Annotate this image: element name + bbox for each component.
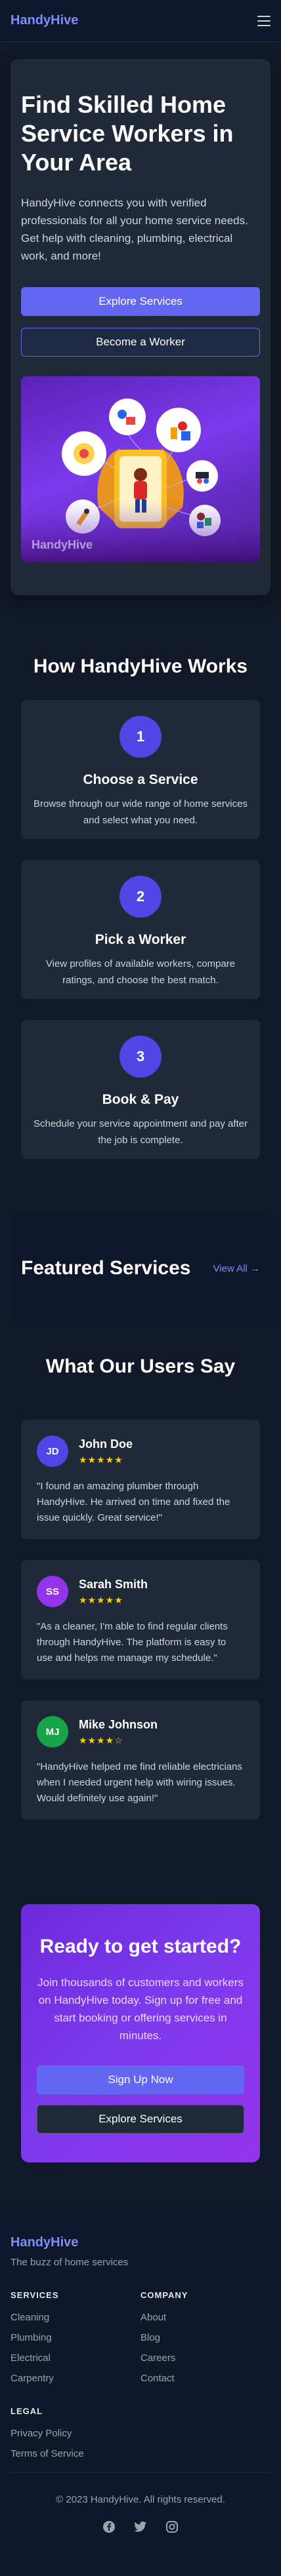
cta-explore-services-button[interactable]: Explore Services: [37, 2105, 244, 2134]
footer-company-column: COMPANY About Blog Careers Contact: [140, 2290, 270, 2393]
testimonial-name: Mike Johnson: [79, 1717, 158, 1731]
step-title: Pick a Worker: [95, 932, 186, 947]
hero-image-watermark: HandyHive: [32, 538, 93, 551]
step-description: Browse through our wide range of home se…: [33, 798, 248, 826]
footer-link-electrical[interactable]: Electrical: [11, 2352, 140, 2364]
step-card: 1 Choose a Service Browse through our wi…: [21, 700, 260, 839]
footer-link-cleaning[interactable]: Cleaning: [11, 2312, 140, 2323]
star-rating: ★★★★★: [79, 1454, 123, 1465]
step-description: Schedule your service appointment and pa…: [33, 1118, 248, 1146]
footer: HandyHive The buzz of home services SERV…: [0, 2210, 281, 2576]
testimonial-card: MJ Mike Johnson ★★★★☆ "HandyHive helped …: [21, 1700, 260, 1820]
footer-link-blog[interactable]: Blog: [140, 2332, 270, 2343]
footer-link-contact[interactable]: Contact: [140, 2373, 270, 2384]
copyright-text: © 2023 HandyHive. All rights reserved.: [56, 2494, 225, 2505]
featured-header: Featured Services View All →: [11, 1215, 270, 1321]
footer-company-heading: COMPANY: [140, 2290, 188, 2300]
footer-link-plumbing[interactable]: Plumbing: [11, 2332, 140, 2343]
step-title: Choose a Service: [83, 772, 198, 787]
testimonial-quote: "As a cleaner, I'm able to find regular …: [37, 1621, 228, 1664]
instagram-icon[interactable]: [165, 2520, 179, 2534]
footer-services-column: SERVICES Cleaning Plumbing Electrical Ca…: [11, 2290, 140, 2393]
hero-illustration: HandyHive: [21, 376, 260, 562]
footer-link-carpentry[interactable]: Carpentry: [11, 2373, 140, 2384]
step-number: 3: [119, 1036, 162, 1078]
step-description: View profiles of available workers, comp…: [45, 958, 236, 986]
footer-bottom: © 2023 HandyHive. All rights reserved.: [11, 2472, 270, 2534]
testimonial-card: JD John Doe ★★★★★ "I found an amazing pl…: [21, 1420, 260, 1539]
hero-illustration-graphic: [21, 399, 260, 562]
testimonials-section: What Our Users Say JD John Doe ★★★★★ "I …: [0, 1321, 281, 1820]
step-number: 2: [119, 876, 162, 918]
footer-tagline: The buzz of home services: [11, 2257, 129, 2268]
how-it-works-section: How HandyHive Works 1 Choose a Service B…: [0, 616, 281, 1213]
avatar: SS: [37, 1576, 68, 1607]
featured-title: Featured Services: [21, 1257, 191, 1279]
star-rating: ★★★★★: [79, 1594, 123, 1605]
footer-legal-heading: LEGAL: [11, 2406, 43, 2416]
hero-card: Find Skilled Home Service Workers in You…: [11, 59, 270, 595]
twitter-icon[interactable]: [133, 2520, 148, 2534]
testimonial-card: SS Sarah Smith ★★★★★ "As a cleaner, I'm …: [21, 1560, 260, 1679]
footer-link-careers[interactable]: Careers: [140, 2352, 270, 2364]
testimonials-title: What Our Users Say: [45, 1356, 236, 1377]
social-links: [11, 2520, 270, 2534]
testimonial-quote: "HandyHive helped me find reliable elect…: [37, 1761, 242, 1804]
cta-section: Ready to get started? Join thousands of …: [0, 1841, 281, 2162]
view-all-link[interactable]: View All →: [213, 1263, 260, 1274]
testimonial-name: Sarah Smith: [79, 1577, 148, 1591]
cta-title: Ready to get started?: [39, 1936, 242, 1957]
step-title: Book & Pay: [102, 1092, 179, 1107]
avatar: MJ: [37, 1716, 68, 1747]
how-it-works-title: How HandyHive Works: [33, 655, 248, 677]
brand-logo[interactable]: HandyHive: [11, 13, 78, 28]
testimonial-quote: "I found an amazing plumber through Hand…: [37, 1481, 230, 1523]
hamburger-menu-icon[interactable]: [257, 15, 270, 26]
footer-services-heading: SERVICES: [11, 2290, 59, 2300]
footer-link-about[interactable]: About: [140, 2312, 270, 2323]
testimonial-name: John Doe: [79, 1437, 133, 1451]
sign-up-button[interactable]: Sign Up Now: [37, 2065, 244, 2094]
navbar: HandyHive: [0, 0, 281, 42]
footer-link-terms[interactable]: Terms of Service: [11, 2448, 270, 2459]
footer-legal-column: LEGAL Privacy Policy Terms of Service: [11, 2406, 270, 2459]
hero-section: Find Skilled Home Service Workers in You…: [0, 42, 281, 616]
cta-card: Ready to get started? Join thousands of …: [21, 1904, 260, 2162]
footer-brand[interactable]: HandyHive: [11, 2235, 270, 2250]
cta-description: Join thousands of customers and workers …: [37, 1976, 244, 2042]
featured-section: Featured Services View All →: [0, 1213, 281, 1321]
explore-services-button[interactable]: Explore Services: [21, 287, 260, 316]
become-worker-button[interactable]: Become a Worker: [21, 328, 260, 357]
facebook-icon[interactable]: [102, 2520, 116, 2534]
hero-title: Find Skilled Home Service Workers in You…: [21, 91, 234, 176]
star-rating: ★★★★☆: [79, 1734, 123, 1746]
step-card: 2 Pick a Worker View profiles of availab…: [21, 860, 260, 999]
step-card: 3 Book & Pay Schedule your service appoi…: [21, 1020, 260, 1159]
footer-link-privacy[interactable]: Privacy Policy: [11, 2428, 270, 2439]
step-number: 1: [119, 716, 162, 758]
hero-description: HandyHive connects you with verified pro…: [21, 197, 248, 262]
avatar: JD: [37, 1435, 68, 1467]
